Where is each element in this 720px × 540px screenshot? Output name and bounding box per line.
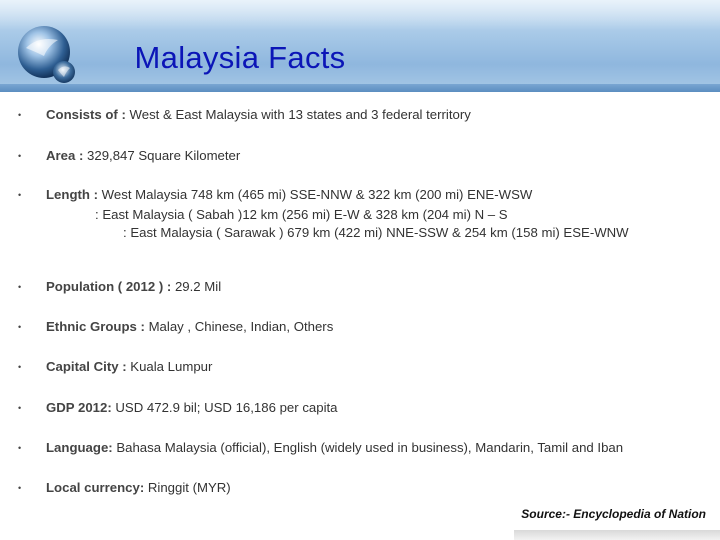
bullet: • <box>18 322 22 332</box>
fact-value: Ringgit (MYR) <box>144 480 231 495</box>
fact-length-line2: : East Malaysia ( Sabah )12 km (256 mi) … <box>95 207 508 222</box>
fact-label: Area : <box>46 148 84 163</box>
bullet: • <box>18 443 22 453</box>
fact-label: Population ( 2012 ) : <box>46 279 172 294</box>
fact-label: Language: <box>46 440 113 455</box>
fact-length-line3: : East Malaysia ( Sarawak ) 679 km (422 … <box>123 225 629 240</box>
fact-label: GDP 2012: <box>46 400 112 415</box>
bullet: • <box>18 282 22 292</box>
fact-label: Capital City : <box>46 359 127 374</box>
fact-value: Malay , Chinese, Indian, Others <box>144 319 334 334</box>
fact-label: Consists of : <box>46 107 126 122</box>
footer-bar <box>514 530 720 540</box>
fact-label: Ethnic Groups : <box>46 319 145 334</box>
bullet: • <box>18 403 22 413</box>
fact-value: Bahasa Malaysia (official), English (wid… <box>112 440 624 455</box>
source-citation: Source:- Encyclopedia of Nation <box>521 507 706 521</box>
fact-value: West & East Malaysia with 13 states and … <box>125 107 471 122</box>
fact-value: Kuala Lumpur <box>126 359 213 374</box>
fact-value: 29.2 Mil <box>171 279 222 294</box>
slide-title: Malaysia Facts <box>134 40 346 75</box>
bullet: • <box>18 483 22 493</box>
bullet: • <box>18 151 22 161</box>
fact-value: West Malaysia 748 km (465 mi) SSE-NNW & … <box>98 187 533 202</box>
bullet: • <box>18 110 22 120</box>
bullet: • <box>18 190 22 200</box>
fact-value: 329,847 Square Kilometer <box>83 148 241 163</box>
fact-label: Local currency: <box>46 480 145 495</box>
bullet: • <box>18 362 22 372</box>
fact-value: USD 472.9 bil; USD 16,186 per capita <box>111 400 338 415</box>
slide-header: Malaysia Facts <box>0 0 720 92</box>
fact-label: Length : <box>46 187 99 202</box>
